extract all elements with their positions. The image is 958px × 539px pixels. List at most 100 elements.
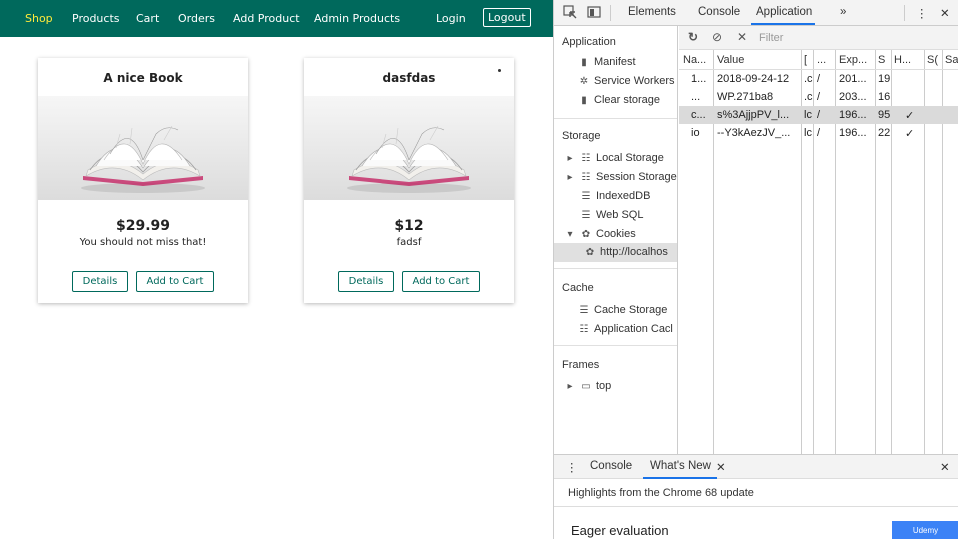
- grid-icon: ☷: [581, 153, 591, 164]
- kebab-menu-icon[interactable]: ⋮: [916, 6, 928, 20]
- details-button[interactable]: Details: [72, 271, 128, 292]
- inspect-element-icon[interactable]: [563, 5, 577, 22]
- cell-size: 19: [878, 73, 891, 85]
- grid-icon: ☷: [579, 324, 589, 335]
- sidebar-item-frame-top[interactable]: ▸ ▭ top: [564, 380, 611, 392]
- sidebar-item-cache-storage[interactable]: ☰ Cache Storage: [578, 304, 668, 316]
- devtools-toolbar: Elements Console Application » ⋮ ✕: [554, 0, 958, 26]
- sidebar-item-session-storage[interactable]: ▸ ☷ Session Storage: [564, 171, 676, 183]
- cell-expires: 201...: [839, 73, 867, 85]
- sidebar-item-cookie-origin[interactable]: ✿ http://localhos: [554, 243, 677, 262]
- column-header-size[interactable]: S: [878, 54, 891, 66]
- cell-size: 95: [878, 109, 891, 121]
- database-icon: ☰: [581, 191, 591, 202]
- cookies-table: Na... Value [ ... Exp... S H... S( Sa 1.…: [679, 50, 958, 454]
- sidebar-item-label: Cookies: [596, 228, 636, 240]
- nav-shop-link[interactable]: Shop: [25, 12, 53, 25]
- sidebar-divider: [554, 268, 677, 269]
- toolbar-divider: [610, 5, 611, 21]
- sidebar-item-label: IndexedDB: [596, 190, 651, 202]
- cell-name: c...: [691, 109, 706, 121]
- cell-name: io: [691, 127, 700, 139]
- nav-cart-link[interactable]: Cart: [136, 12, 159, 25]
- filter-input[interactable]: [759, 29, 955, 46]
- product-price: $29.99: [115, 218, 171, 234]
- table-row-selected[interactable]: c... s%3AjjpPV_l... lc / 196... 95 ✓: [679, 106, 958, 124]
- sidebar-item-local-storage[interactable]: ▸ ☷ Local Storage: [564, 152, 663, 164]
- sidebar-item-label: Web SQL: [596, 209, 644, 221]
- drawer-divider: [554, 506, 958, 507]
- nav-login-link[interactable]: Login: [436, 12, 466, 25]
- table-row[interactable]: io --Y3kAezJV_... lc / 196... 22 ✓: [679, 124, 958, 142]
- gear-icon: ✲: [579, 76, 589, 87]
- application-sidebar: Application ▮ Manifest ✲ Service Workers ▮…: [554, 26, 678, 454]
- cell-size: 16: [878, 91, 891, 103]
- column-header-secure[interactable]: S(: [927, 54, 942, 66]
- tab-elements[interactable]: Elements: [628, 6, 676, 18]
- cell-path: /: [817, 127, 821, 139]
- close-devtools-icon[interactable]: ✕: [940, 6, 950, 20]
- table-row[interactable]: 1... 2018-09-24-12 .c / 201... 19: [679, 70, 958, 88]
- sidebar-item-indexeddb[interactable]: ☰ IndexedDB: [580, 190, 651, 202]
- add-to-cart-button[interactable]: Add to Cart: [402, 271, 480, 292]
- sidebar-item-application-cache[interactable]: ☷ Application Cacl: [578, 323, 673, 335]
- clear-all-icon[interactable]: ⊘: [712, 30, 722, 44]
- nav-logout-button[interactable]: Logout: [483, 8, 531, 27]
- sidebar-divider: [554, 345, 677, 346]
- sidebar-item-cookies[interactable]: ▾ ✿ Cookies: [564, 228, 636, 240]
- tab-application[interactable]: Application: [756, 6, 812, 18]
- cookies-view: ↻ ⊘ ✕ Na... Value [ ... Exp... S H... S(…: [679, 26, 958, 454]
- column-header-path[interactable]: ...: [817, 54, 835, 66]
- sidebar-heading-cache: Cache: [562, 282, 594, 294]
- close-drawer-icon[interactable]: ✕: [940, 460, 950, 474]
- sidebar-item-manifest[interactable]: ▮ Manifest: [578, 56, 635, 68]
- database-icon: ☰: [581, 210, 591, 221]
- nav-orders-link[interactable]: Orders: [178, 12, 215, 25]
- nav-admin-products-link[interactable]: Admin Products: [314, 12, 400, 25]
- table-row[interactable]: ... WP.271ba8 .c / 203... 16: [679, 88, 958, 106]
- active-tab-indicator: [751, 23, 815, 25]
- product-price: $12: [394, 218, 424, 234]
- close-tab-icon[interactable]: ✕: [716, 460, 726, 474]
- cell-value: s%3AjjpPV_l...: [717, 109, 790, 121]
- column-header-value[interactable]: Value: [717, 54, 801, 66]
- drawer-tab-whats-new[interactable]: What's New: [650, 460, 711, 472]
- product-description: You should not miss that!: [79, 237, 207, 248]
- column-header-domain[interactable]: [: [804, 54, 813, 66]
- main-navigation: Shop Products Cart Orders Add Product Ad…: [0, 0, 553, 37]
- cell-path: /: [817, 73, 821, 85]
- column-header-expires[interactable]: Exp...: [839, 54, 875, 66]
- cell-expires: 203...: [839, 91, 867, 103]
- details-button[interactable]: Details: [338, 271, 394, 292]
- cookie-filter-bar: ↻ ⊘ ✕: [679, 26, 958, 50]
- add-to-cart-button[interactable]: Add to Cart: [136, 271, 214, 292]
- nav-products-link[interactable]: Products: [72, 12, 120, 25]
- devtools-panel: Elements Console Application » ⋮ ✕ Appli…: [553, 0, 958, 539]
- sidebar-item-service-workers[interactable]: ✲ Service Workers: [578, 75, 675, 87]
- mouse-cursor-icon: [498, 69, 501, 72]
- nav-add-product-link[interactable]: Add Product: [233, 12, 300, 25]
- more-tabs-button[interactable]: »: [840, 6, 846, 18]
- cell-path: /: [817, 109, 821, 121]
- drawer-tab-console[interactable]: Console: [590, 460, 632, 472]
- device-toolbar-icon[interactable]: [587, 5, 601, 22]
- grid-icon: ☷: [581, 172, 591, 183]
- refresh-icon[interactable]: ↻: [688, 30, 698, 44]
- delete-selected-icon[interactable]: ✕: [737, 30, 747, 44]
- sidebar-divider: [554, 118, 677, 119]
- database-icon: ☰: [579, 305, 589, 316]
- sidebar-item-web-sql[interactable]: ☰ Web SQL: [580, 209, 644, 221]
- cell-path: /: [817, 91, 821, 103]
- sidebar-item-clear-storage[interactable]: ▮ Clear storage: [578, 94, 660, 106]
- frame-icon: ▭: [581, 381, 591, 392]
- product-description: fadsf: [396, 237, 422, 248]
- column-header-samesite[interactable]: Sa: [945, 54, 958, 66]
- active-drawer-tab-indicator: [643, 477, 717, 479]
- cell-name: 1...: [691, 73, 707, 85]
- tab-console[interactable]: Console: [698, 6, 740, 18]
- sidebar-item-label: Cache Storage: [594, 304, 668, 316]
- column-header-name[interactable]: Na...: [683, 54, 713, 66]
- drawer-menu-icon[interactable]: ⋮: [566, 460, 578, 474]
- column-header-httponly[interactable]: H...: [894, 54, 924, 66]
- expand-arrow-icon: ▸: [567, 172, 573, 183]
